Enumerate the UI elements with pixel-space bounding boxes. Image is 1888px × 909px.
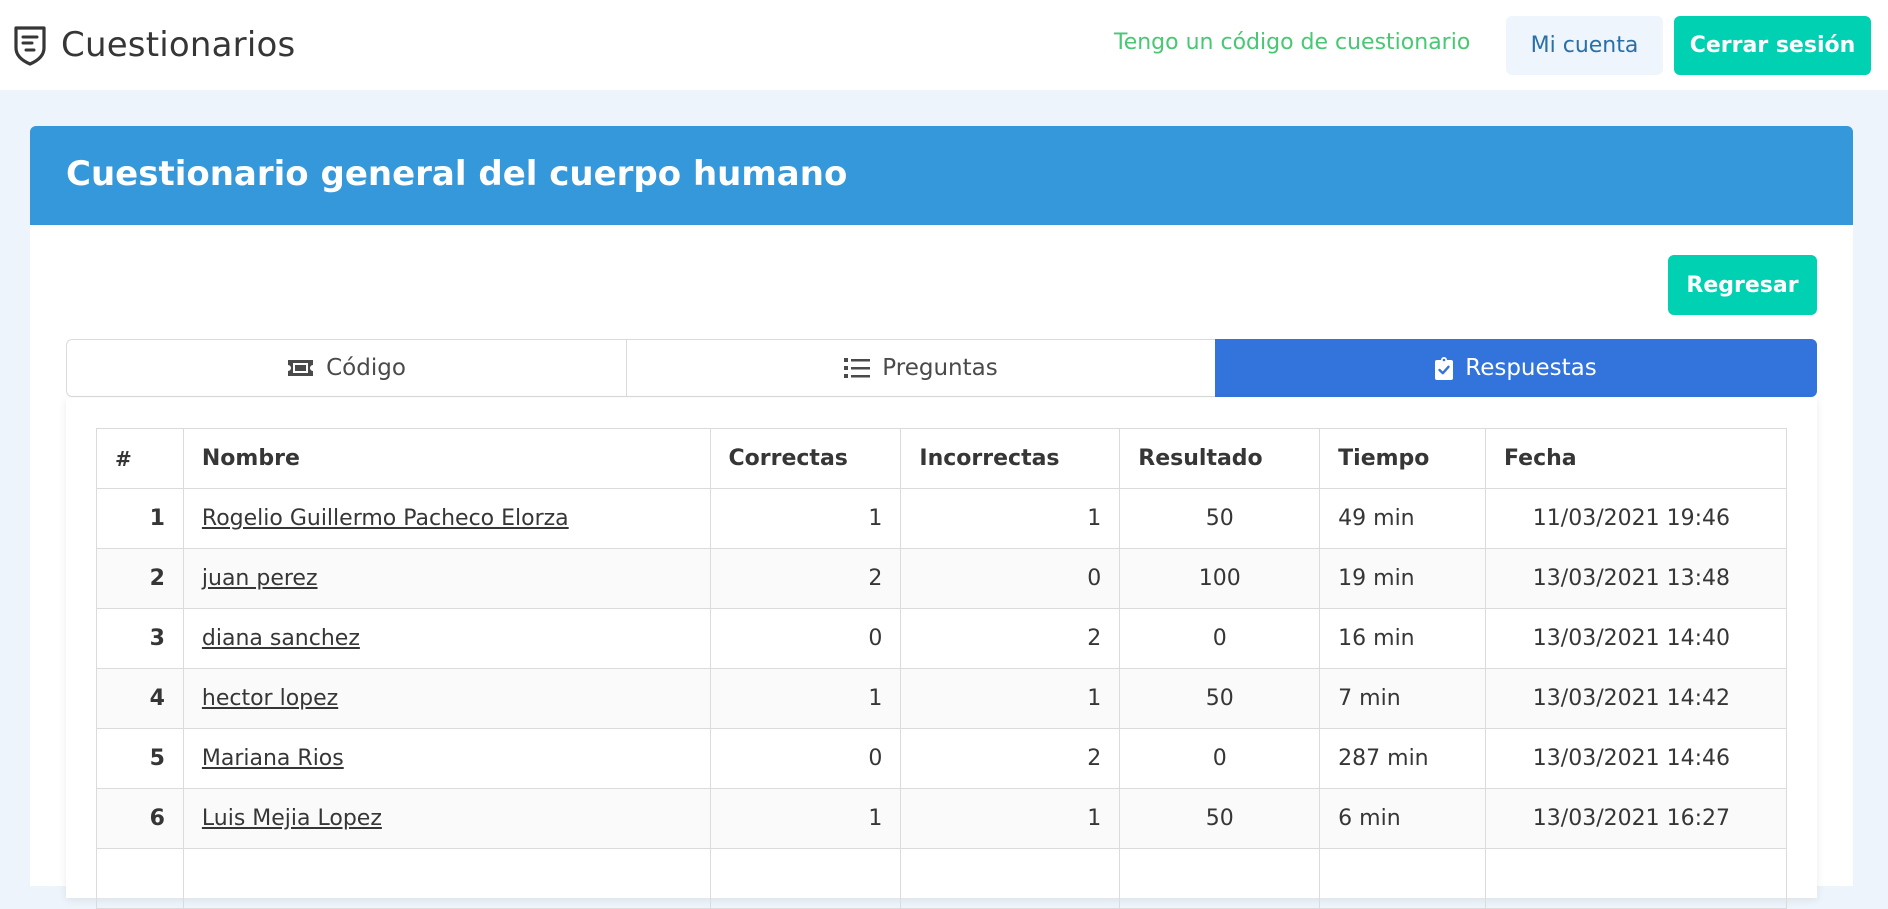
row-number <box>96 848 184 909</box>
shield-logo-icon <box>14 26 46 66</box>
table-row: 4 hector lopez 1 1 50 7 min 13/03/2021 1… <box>96 668 1787 729</box>
table-row: 5 Mariana Rios 0 2 0 287 min 13/03/2021 … <box>96 728 1787 789</box>
row-number: 5 <box>96 728 184 789</box>
submission-date: 13/03/2021 14:42 <box>1485 668 1787 729</box>
row-number: 1 <box>96 488 184 549</box>
row-number: 3 <box>96 608 184 669</box>
navbar: Cuestionarios Tengo un código de cuestio… <box>0 0 1888 90</box>
time-taken: 7 min <box>1319 668 1487 729</box>
submission-date <box>1485 848 1787 909</box>
result-score: 50 <box>1119 668 1321 729</box>
respondent-link[interactable]: juan perez <box>202 566 318 591</box>
time-taken <box>1319 848 1487 909</box>
respondent-link[interactable]: hector lopez <box>202 686 338 711</box>
quiz-card: Cuestionario general del cuerpo humano R… <box>30 126 1853 909</box>
clipboard-check-icon <box>1435 357 1454 380</box>
column-header-date: Fecha <box>1485 428 1787 489</box>
incorrect-count: 2 <box>900 608 1121 669</box>
list-icon <box>844 358 871 378</box>
time-taken: 287 min <box>1319 728 1487 789</box>
correct-count: 0 <box>709 608 902 669</box>
page-title: Cuestionario general del cuerpo humano <box>66 154 848 194</box>
correct-count: 1 <box>709 488 902 549</box>
responses-panel: # Nombre Correctas Incorrectas Resultado… <box>66 398 1817 909</box>
table-row <box>96 848 1787 909</box>
respondent-link[interactable]: Rogelio Guillermo Pacheco Elorza <box>202 506 569 531</box>
respondent-name-cell: hector lopez <box>182 668 711 729</box>
result-score: 50 <box>1119 788 1321 849</box>
table-row: 2 juan perez 2 0 100 19 min 13/03/2021 1… <box>96 548 1787 609</box>
incorrect-count: 1 <box>900 788 1121 849</box>
quiz-code-link[interactable]: Tengo un código de cuestionario <box>1114 30 1470 55</box>
incorrect-count: 1 <box>900 488 1121 549</box>
result-score: 50 <box>1119 488 1321 549</box>
tab-respuestas[interactable]: Respuestas <box>1215 339 1817 397</box>
correct-count: 2 <box>709 548 902 609</box>
my-account-button[interactable]: Mi cuenta <box>1506 16 1663 75</box>
result-score <box>1119 848 1321 909</box>
column-header-name: Nombre <box>182 428 711 489</box>
row-number: 2 <box>96 548 184 609</box>
time-taken: 16 min <box>1319 608 1487 669</box>
submission-date: 11/03/2021 19:46 <box>1485 488 1787 549</box>
respondent-name-cell: juan perez <box>182 548 711 609</box>
column-header-correct: Correctas <box>709 428 902 489</box>
table-header-row: # Nombre Correctas Incorrectas Resultado… <box>96 428 1787 489</box>
column-header-incorrect: Incorrectas <box>900 428 1121 489</box>
row-number: 4 <box>96 668 184 729</box>
result-score: 100 <box>1119 548 1321 609</box>
result-score: 0 <box>1119 608 1321 669</box>
respondent-link[interactable]: Luis Mejia Lopez <box>202 806 382 831</box>
incorrect-count <box>900 848 1121 909</box>
card-header: Cuestionario general del cuerpo humano <box>30 126 1853 225</box>
respondent-link[interactable]: Mariana Rios <box>202 746 344 771</box>
respondent-name-cell: diana sanchez <box>182 608 711 669</box>
column-header-time: Tiempo <box>1319 428 1487 489</box>
column-header-result: Resultado <box>1119 428 1321 489</box>
incorrect-count: 1 <box>900 668 1121 729</box>
back-button[interactable]: Regresar <box>1668 255 1817 315</box>
tab-preguntas[interactable]: Preguntas <box>626 339 1216 397</box>
respondent-name-cell: Rogelio Guillermo Pacheco Elorza <box>182 488 711 549</box>
submission-date: 13/03/2021 14:40 <box>1485 608 1787 669</box>
incorrect-count: 0 <box>900 548 1121 609</box>
correct-count: 1 <box>709 668 902 729</box>
respondent-name-cell <box>182 848 711 909</box>
correct-count: 0 <box>709 728 902 789</box>
result-score: 0 <box>1119 728 1321 789</box>
time-taken: 6 min <box>1319 788 1487 849</box>
table-row: 1 Rogelio Guillermo Pacheco Elorza 1 1 5… <box>96 488 1787 549</box>
table-row: 3 diana sanchez 0 2 0 16 min 13/03/2021 … <box>96 608 1787 669</box>
time-taken: 19 min <box>1319 548 1487 609</box>
table-row: 6 Luis Mejia Lopez 1 1 50 6 min 13/03/20… <box>96 788 1787 849</box>
tab-codigo[interactable]: Código <box>66 339 627 397</box>
correct-count: 1 <box>709 788 902 849</box>
correct-count <box>709 848 902 909</box>
incorrect-count: 2 <box>900 728 1121 789</box>
brand[interactable]: Cuestionarios <box>12 22 295 68</box>
respondent-link[interactable]: diana sanchez <box>202 626 360 651</box>
tab-label: Código <box>326 355 406 381</box>
brand-name: Cuestionarios <box>61 25 296 65</box>
column-header-number: # <box>96 428 184 489</box>
respondent-name-cell: Mariana Rios <box>182 728 711 789</box>
logout-button[interactable]: Cerrar sesión <box>1674 16 1871 75</box>
time-taken: 49 min <box>1319 488 1487 549</box>
row-number: 6 <box>96 788 184 849</box>
tab-label: Preguntas <box>882 355 998 381</box>
submission-date: 13/03/2021 16:27 <box>1485 788 1787 849</box>
ticket-icon <box>288 360 314 376</box>
tab-label: Respuestas <box>1465 355 1597 381</box>
submission-date: 13/03/2021 13:48 <box>1485 548 1787 609</box>
responses-table: # Nombre Correctas Incorrectas Resultado… <box>96 428 1787 909</box>
submission-date: 13/03/2021 14:46 <box>1485 728 1787 789</box>
respondent-name-cell: Luis Mejia Lopez <box>182 788 711 849</box>
